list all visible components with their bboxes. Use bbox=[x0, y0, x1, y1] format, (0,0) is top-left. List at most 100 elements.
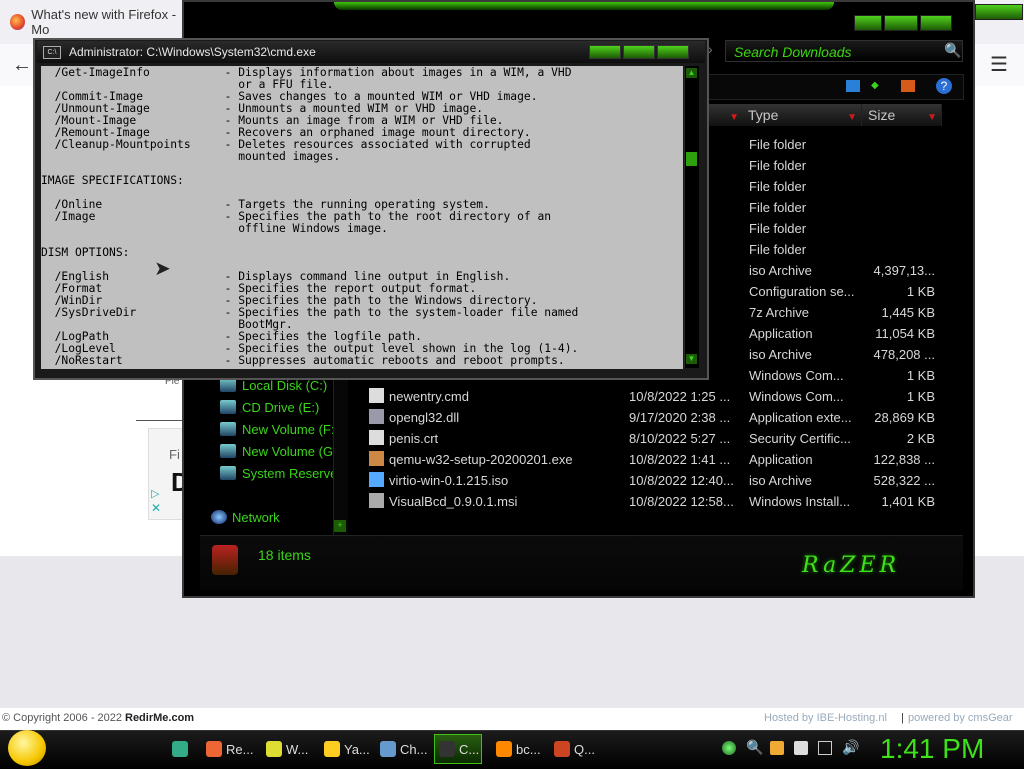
file-row[interactable]: virtio-win-0.1.215.iso 10/8/2022 12:40...… bbox=[365, 470, 945, 491]
file-date: 10/8/2022 12:58... bbox=[629, 494, 734, 509]
footer-site[interactable]: RedirMe.com bbox=[125, 712, 194, 724]
minimize-button[interactable] bbox=[854, 15, 882, 31]
adchoices-icon[interactable]: ▷ bbox=[151, 487, 159, 500]
file-icon bbox=[369, 493, 384, 508]
view-icon[interactable] bbox=[846, 80, 860, 92]
cmd-line: /NoRestart - Suppresses automatic reboot… bbox=[41, 354, 565, 367]
taskbar-button[interactable]: Q... bbox=[550, 734, 600, 764]
status-folder-icon bbox=[212, 545, 238, 575]
back-icon[interactable]: ← bbox=[12, 54, 32, 77]
file-row[interactable]: qemu-w32-setup-20200201.exe 10/8/2022 1:4… bbox=[365, 449, 945, 470]
search-input[interactable]: Search Downloads bbox=[725, 40, 963, 62]
file-size: 1,401 KB bbox=[881, 494, 936, 509]
taskbar-app-icon bbox=[554, 741, 570, 757]
taskbar-button-label: Ya... bbox=[344, 741, 370, 757]
tray-search-icon[interactable]: 🔍 bbox=[746, 739, 763, 756]
start-button-smiley-icon[interactable] bbox=[8, 730, 46, 766]
cmd-output[interactable]: /Get-ImageInfo - Displays information ab… bbox=[41, 66, 683, 369]
tray-flag-icon[interactable] bbox=[794, 741, 808, 755]
file-row[interactable]: opengl32.dll 9/17/2020 2:38 ... Applicatio… bbox=[365, 407, 945, 428]
tray-volume-icon[interactable]: 🔊 bbox=[842, 739, 859, 756]
tray-network-icon[interactable] bbox=[722, 741, 736, 755]
cmd-max-button[interactable] bbox=[623, 45, 655, 59]
file-name: penis.crt bbox=[389, 431, 439, 446]
taskbar-button-label: C... bbox=[459, 741, 480, 757]
taskbar-clock[interactable]: 1:41 PM bbox=[880, 732, 990, 766]
preview-icon[interactable]: ◆ bbox=[871, 80, 883, 92]
column-size[interactable]: Size ▼ bbox=[862, 104, 942, 126]
file-row[interactable]: VisualBcd_0.9.0.1.msi 10/8/2022 12:58... W… bbox=[365, 491, 945, 512]
file-row[interactable]: newentry.cmd 10/8/2022 1:25 ... Windows Co… bbox=[365, 386, 945, 407]
taskbar-app-icon bbox=[380, 741, 396, 757]
file-type: Windows Com... bbox=[749, 368, 844, 383]
cmd-line: offline Windows image. bbox=[41, 222, 388, 235]
close-button[interactable] bbox=[920, 15, 952, 31]
taskbar-button-label: Re... bbox=[226, 741, 254, 757]
tray-app-icon[interactable] bbox=[770, 741, 784, 755]
cmd-scrollbar[interactable]: ▲ ▼ bbox=[684, 66, 699, 368]
file-type: Windows Com... bbox=[749, 389, 844, 404]
file-name: VisualBcd_0.9.0.1.msi bbox=[389, 494, 518, 509]
file-type: 7z Archive bbox=[749, 305, 809, 320]
cmd-line: mounted images. bbox=[41, 150, 341, 163]
tray-monitor-icon[interactable] bbox=[818, 741, 832, 755]
nav-drive[interactable]: New Volume (G bbox=[220, 442, 335, 462]
taskbar-button[interactable]: Ch... bbox=[376, 734, 430, 764]
taskbar-button[interactable]: Ya... bbox=[320, 734, 372, 764]
nav-drive[interactable]: CD Drive (E:) bbox=[220, 398, 335, 418]
file-type: File folder bbox=[749, 179, 807, 194]
ad-close-icon[interactable]: ✕ bbox=[151, 501, 161, 515]
maximize-button[interactable] bbox=[884, 15, 918, 31]
nav-network[interactable]: Network bbox=[232, 510, 280, 525]
taskbar-app-icon bbox=[439, 741, 455, 757]
scroll-down-icon[interactable]: + bbox=[334, 520, 346, 532]
file-icon bbox=[369, 451, 384, 466]
taskbar-app-icon bbox=[266, 741, 282, 757]
nav-drive[interactable]: System Reserve bbox=[220, 464, 337, 484]
file-type: File folder bbox=[749, 221, 807, 236]
taskbar-button[interactable]: W... bbox=[262, 734, 316, 764]
help-icon[interactable]: ? bbox=[936, 78, 952, 94]
nav-drive-label: New Volume (G bbox=[242, 444, 334, 459]
cmd-icon: C:\ bbox=[43, 46, 61, 59]
search-arrow-icon[interactable]: › bbox=[708, 41, 720, 61]
search-icon[interactable]: 🔍 bbox=[944, 42, 962, 60]
nav-scrollbar[interactable] bbox=[333, 378, 348, 536]
taskbar-button[interactable]: C... bbox=[434, 734, 482, 764]
explorer-top-glow bbox=[334, 2, 834, 10]
file-type: File folder bbox=[749, 242, 807, 257]
taskbar-app-icon bbox=[206, 741, 222, 757]
file-type: File folder bbox=[749, 137, 807, 152]
cmd-close-button[interactable] bbox=[657, 45, 689, 59]
drive-icon bbox=[220, 422, 236, 436]
cmd-title: Administrator: C:\Windows\System32\cmd.e… bbox=[69, 45, 316, 59]
file-size: 1 KB bbox=[906, 368, 935, 383]
nav-drive[interactable]: New Volume (F: bbox=[220, 420, 335, 440]
scroll-up-icon[interactable]: ▲ bbox=[686, 68, 697, 78]
pane-icon[interactable] bbox=[901, 80, 915, 92]
cmd-titlebar[interactable]: C:\ Administrator: C:\Windows\System32\c… bbox=[37, 41, 705, 63]
file-size: 28,869 KB bbox=[874, 410, 935, 425]
drive-icon bbox=[220, 378, 236, 392]
firefox-icon bbox=[10, 14, 26, 30]
footer-powered[interactable]: powered by cmsGear bbox=[908, 712, 1013, 724]
scroll-thumb[interactable] bbox=[686, 152, 697, 166]
taskbar-button[interactable] bbox=[168, 734, 198, 764]
explorer-right-edge-controls[interactable] bbox=[975, 4, 1023, 20]
menu-icon[interactable]: ☰ bbox=[990, 52, 1008, 77]
razer-logo: RaZER bbox=[802, 553, 901, 578]
taskbar-button[interactable]: bc... bbox=[492, 734, 546, 764]
footer-host[interactable]: Hosted by IBE-Hosting.nl bbox=[764, 712, 887, 724]
column-type[interactable]: Type ▼ bbox=[742, 104, 862, 126]
file-name: newentry.cmd bbox=[389, 389, 469, 404]
file-size: 478,208 ... bbox=[873, 347, 935, 362]
file-row[interactable]: penis.crt 8/10/2022 5:27 ... Security Cert… bbox=[365, 428, 945, 449]
firefox-tab[interactable]: What's new with Firefox - Mo bbox=[0, 4, 190, 40]
scroll-down-icon[interactable]: ▼ bbox=[686, 354, 697, 364]
cmd-min-button[interactable] bbox=[589, 45, 621, 59]
column-date-stub[interactable]: ▼ bbox=[708, 104, 744, 126]
cmd-line: DISM OPTIONS: bbox=[41, 246, 130, 259]
taskbar-button[interactable]: Re... bbox=[202, 734, 258, 764]
file-type: Application exte... bbox=[749, 410, 852, 425]
file-type: File folder bbox=[749, 158, 807, 173]
